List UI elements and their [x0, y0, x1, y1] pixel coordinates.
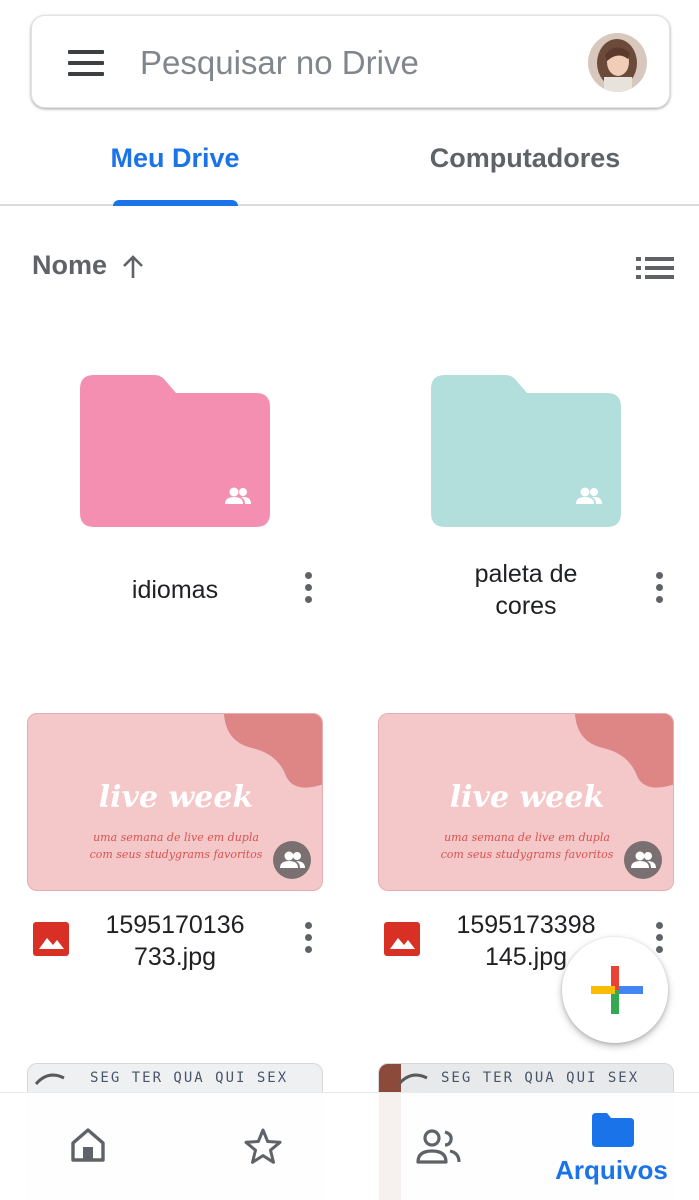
folder-paleta-de-cores[interactable] — [431, 375, 621, 527]
more-options-button[interactable] — [654, 572, 664, 606]
avatar[interactable] — [588, 33, 647, 92]
search-input[interactable] — [140, 38, 560, 88]
list-view-icon[interactable] — [636, 257, 674, 279]
nav-files-label: Arquivos — [555, 1155, 668, 1185]
arrow-up-icon[interactable] — [120, 254, 146, 280]
tab-computadores[interactable]: Computadores — [400, 110, 650, 206]
thumbnail-title: live week — [98, 780, 254, 815]
tab-bar: Meu Drive Computadores — [0, 110, 699, 206]
tab-meu-drive[interactable]: Meu Drive — [70, 110, 280, 206]
shared-badge — [273, 841, 311, 879]
shared-badge — [624, 841, 662, 879]
thumbnail-title: live week — [449, 780, 605, 815]
sort-by-name-button[interactable]: Nome — [32, 250, 107, 281]
shared-icon — [631, 851, 656, 868]
bottom-navigation: Arquivos — [0, 1092, 699, 1200]
star-icon — [244, 1128, 282, 1164]
shared-people-icon — [416, 1129, 461, 1164]
folder-name: idiomas — [131, 576, 219, 604]
notebook-days: SEG TER QUA QUI SEX — [90, 1070, 289, 1086]
file-name-line: 1595170136 — [105, 911, 245, 939]
home-icon — [71, 1128, 105, 1162]
image-file-icon — [33, 922, 69, 956]
tab-active-indicator — [113, 200, 238, 206]
file-name: 1595170136 733.jpg — [80, 909, 270, 973]
shared-icon — [225, 487, 251, 504]
shared-icon — [576, 487, 602, 504]
image-file-icon — [384, 922, 420, 956]
new-button[interactable] — [562, 937, 668, 1043]
file-thumbnail[interactable]: live week uma semana de live em dupla co… — [27, 713, 323, 891]
file-name-line: 733.jpg — [133, 943, 217, 971]
menu-icon[interactable] — [68, 50, 104, 76]
nav-home[interactable] — [0, 1093, 175, 1200]
more-options-button[interactable] — [303, 572, 313, 606]
folder-idiomas[interactable] — [80, 375, 270, 527]
more-options-button[interactable] — [303, 922, 313, 956]
shared-icon — [280, 851, 305, 868]
notebook-days: SEG TER QUA QUI SEX — [441, 1070, 640, 1086]
file-thumbnail[interactable]: live week uma semana de live em dupla co… — [378, 713, 674, 891]
folder-name-line: cores — [495, 592, 557, 620]
plus-icon — [591, 966, 643, 1014]
folder-name-line: paleta de — [474, 560, 578, 588]
folder-name: paleta de cores — [426, 558, 626, 622]
nav-shared[interactable] — [350, 1093, 525, 1200]
folder-icon — [592, 1113, 634, 1147]
search-bar — [31, 15, 670, 108]
nav-starred[interactable] — [175, 1093, 350, 1200]
nav-files[interactable]: Arquivos — [524, 1093, 699, 1200]
